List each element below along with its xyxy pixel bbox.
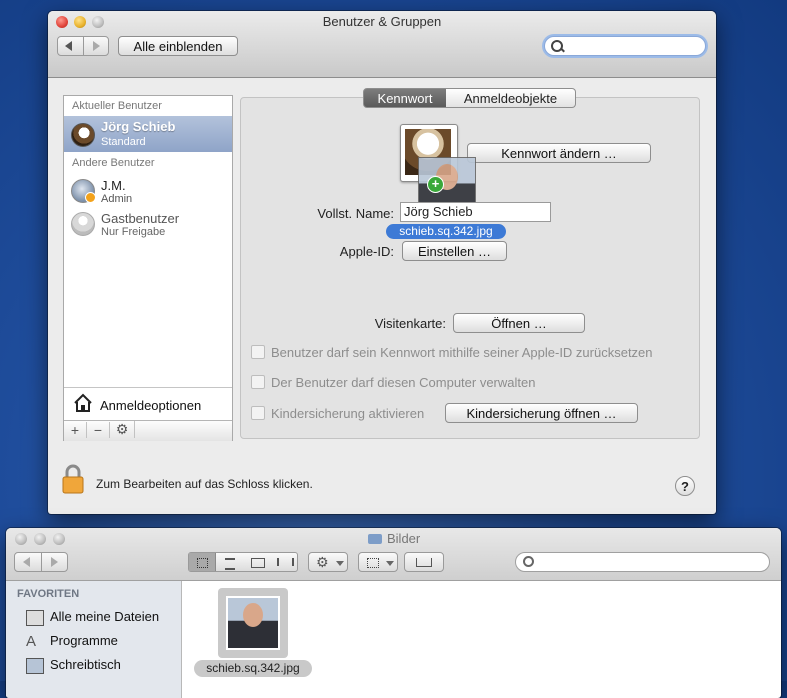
apple-id-label: Apple-ID: bbox=[339, 244, 394, 259]
user-list: Aktueller Benutzer Jörg Schieb Standard … bbox=[63, 95, 233, 441]
close-button[interactable] bbox=[15, 533, 27, 545]
checkbox-label: Kindersicherung aktivieren bbox=[271, 406, 425, 421]
sidebar-item-label: Alle meine Dateien bbox=[50, 609, 160, 624]
action-menu-button[interactable]: ⚙ bbox=[308, 552, 348, 572]
tab-password[interactable]: Kennwort bbox=[363, 88, 447, 108]
lock-message: Zum Bearbeiten auf das Schloss klicken. bbox=[96, 477, 313, 491]
finder-search-field[interactable] bbox=[515, 552, 770, 572]
column-view-icon[interactable] bbox=[251, 558, 265, 568]
grid-icon bbox=[197, 558, 208, 568]
chevron-down-icon bbox=[336, 561, 344, 566]
apple-id-setup-button[interactable]: Einstellen … bbox=[402, 241, 507, 261]
search-input[interactable] bbox=[567, 38, 701, 55]
full-name-field[interactable]: Jörg Schieb bbox=[400, 202, 551, 222]
sidebar-item-applications[interactable]: A Programme bbox=[26, 633, 118, 650]
gear-icon: ⚙ bbox=[316, 554, 329, 570]
checkbox-admin[interactable]: Der Benutzer darf diesen Computer verwal… bbox=[251, 375, 535, 390]
back-arrow-icon[interactable] bbox=[65, 41, 72, 51]
user-row-jm[interactable]: J.M. Admin bbox=[64, 175, 232, 207]
finder-title: Bilder bbox=[387, 531, 421, 546]
drag-plus-icon: + bbox=[427, 176, 444, 193]
login-options-row[interactable]: Anmeldeoptionen bbox=[64, 388, 232, 420]
zoom-button[interactable] bbox=[53, 533, 65, 545]
finder-sidebar: FAVORITEN Alle meine Dateien A Programme… bbox=[6, 581, 182, 698]
checkbox-reset-password[interactable]: Benutzer darf sein Kennwort mithilfe sei… bbox=[251, 345, 653, 360]
current-user-header: Aktueller Benutzer bbox=[72, 100, 162, 112]
checkbox-box[interactable] bbox=[251, 345, 265, 359]
show-all-button[interactable]: Alle einblenden bbox=[118, 36, 238, 56]
arrange-icon bbox=[367, 558, 379, 568]
help-button[interactable]: ? bbox=[675, 476, 695, 496]
remove-user-button[interactable]: − bbox=[87, 422, 110, 438]
finder-toolbar: Bilder ⚙ bbox=[6, 528, 781, 581]
search-field[interactable] bbox=[544, 36, 706, 56]
view-mode-control[interactable] bbox=[188, 552, 298, 572]
parental-controls-open-button[interactable]: Kindersicherung öffnen … bbox=[445, 403, 638, 423]
file-name[interactable]: schieb.sq.342.jpg bbox=[194, 660, 312, 677]
applications-icon: A bbox=[26, 633, 37, 650]
arrange-menu-button[interactable] bbox=[358, 552, 398, 572]
file-thumbnail[interactable] bbox=[218, 588, 288, 658]
business-card-open-button[interactable]: Öffnen … bbox=[453, 313, 585, 333]
share-button[interactable] bbox=[404, 552, 444, 572]
admin-badge-icon bbox=[85, 192, 96, 203]
minimize-button[interactable] bbox=[34, 533, 46, 545]
file-item[interactable]: schieb.sq.342.jpg bbox=[193, 585, 313, 681]
share-icon bbox=[416, 558, 432, 567]
guest-icon bbox=[71, 212, 95, 236]
face-icon bbox=[243, 603, 263, 627]
user-list-toolbar: + − ⚙ bbox=[64, 420, 232, 441]
eagle-icon bbox=[71, 123, 95, 147]
checkbox-box[interactable] bbox=[251, 375, 265, 389]
change-password-button[interactable]: Kennwort ändern … bbox=[467, 143, 651, 163]
chevron-down-icon bbox=[386, 561, 394, 566]
back-forward-control[interactable] bbox=[57, 36, 109, 56]
checkbox-label: Benutzer darf sein Kennwort mithilfe sei… bbox=[271, 345, 653, 360]
search-icon bbox=[523, 556, 534, 567]
sidebar-item-label: Schreibtisch bbox=[50, 657, 121, 672]
gear-icon[interactable]: ⚙ bbox=[110, 421, 135, 438]
sidebar-item-desktop[interactable]: Schreibtisch bbox=[26, 657, 121, 674]
desktop-icon bbox=[26, 658, 44, 674]
user-row-guest[interactable]: Gastbenutzer Nur Freigabe bbox=[64, 208, 232, 240]
user-role: Standard bbox=[101, 136, 146, 148]
user-role: Admin bbox=[101, 193, 133, 205]
users-groups-window: Benutzer & Gruppen Alle einblenden Aktue… bbox=[48, 11, 716, 514]
back-arrow-icon[interactable] bbox=[23, 557, 30, 567]
full-name-label: Vollst. Name: bbox=[317, 206, 394, 221]
login-options-label: Anmeldeoptionen bbox=[100, 398, 202, 413]
user-name: Gastbenutzer bbox=[101, 211, 180, 226]
other-users-header: Andere Benutzer bbox=[72, 157, 155, 169]
coverflow-view-icon[interactable] bbox=[277, 558, 294, 566]
back-forward-control[interactable] bbox=[14, 552, 68, 572]
checkbox-parental-controls[interactable]: Kindersicherung aktivieren bbox=[251, 406, 424, 421]
user-name: J.M. bbox=[101, 178, 126, 193]
forward-arrow-icon[interactable] bbox=[93, 41, 100, 51]
business-card-label: Visitenkarte: bbox=[374, 316, 446, 331]
user-name: Jörg Schieb bbox=[101, 119, 176, 134]
window-title: Benutzer & Gruppen bbox=[322, 14, 442, 29]
lock-icon[interactable] bbox=[61, 464, 85, 497]
finder-window: Bilder ⚙ FAVORITEN Alle meine Dateien A … bbox=[6, 528, 781, 698]
drag-filename-badge: schieb.sq.342.jpg bbox=[386, 224, 506, 239]
folder-icon bbox=[368, 534, 382, 544]
checkbox-label: Der Benutzer darf diesen Computer verwal… bbox=[271, 375, 536, 390]
forward-arrow-icon[interactable] bbox=[51, 557, 58, 567]
house-icon bbox=[73, 393, 93, 416]
user-role: Nur Freigabe bbox=[101, 226, 166, 238]
all-files-icon bbox=[26, 610, 44, 626]
favorites-header: FAVORITEN bbox=[17, 588, 80, 600]
list-view-icon[interactable] bbox=[225, 558, 235, 570]
tab-login-items[interactable]: Anmeldeobjekte bbox=[446, 88, 576, 108]
user-row-joerg[interactable]: Jörg Schieb Standard bbox=[64, 116, 232, 152]
checkbox-box[interactable] bbox=[251, 406, 265, 420]
sidebar-item-label: Programme bbox=[50, 633, 118, 648]
add-user-button[interactable]: + bbox=[64, 422, 87, 438]
sidebar-item-all-files[interactable]: Alle meine Dateien bbox=[26, 609, 159, 626]
window-toolbar: Benutzer & Gruppen Alle einblenden bbox=[48, 11, 716, 78]
photo-icon bbox=[226, 596, 280, 650]
